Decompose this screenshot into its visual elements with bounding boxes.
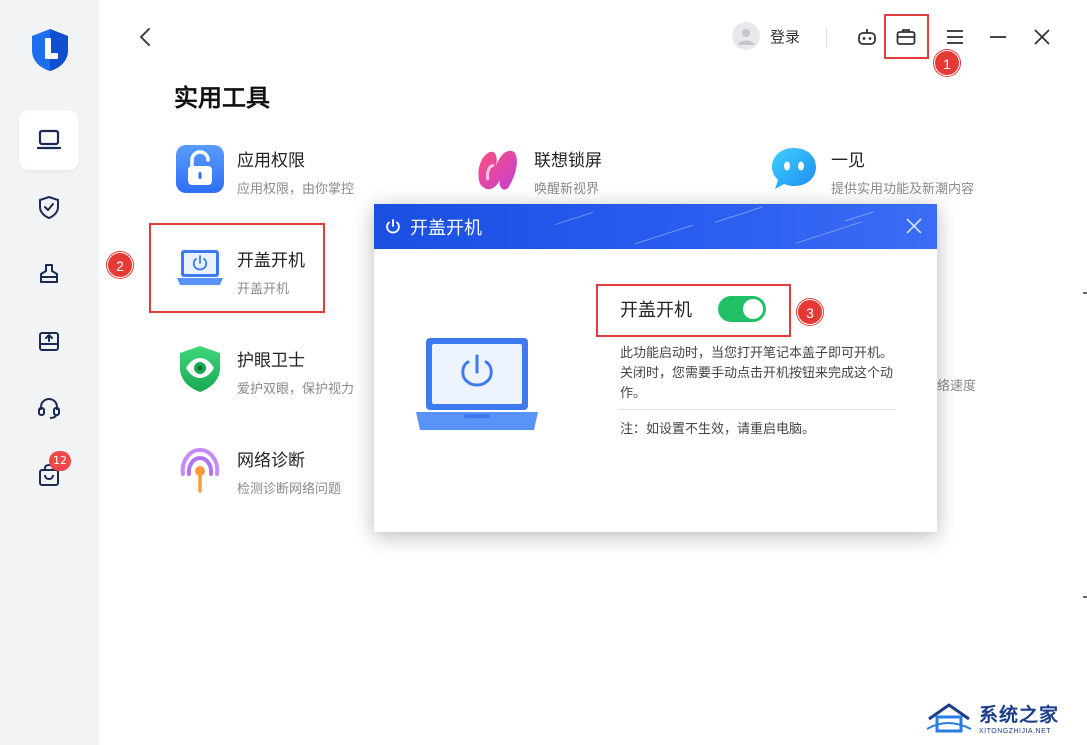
headset-icon bbox=[38, 397, 60, 419]
close-icon bbox=[1034, 29, 1050, 45]
callout-badge-1: 1 bbox=[934, 50, 960, 76]
lid-power-toggle[interactable] bbox=[718, 296, 766, 322]
tool-desc: 唤醒新视界 bbox=[534, 182, 600, 197]
cleaning-brush-icon bbox=[40, 264, 58, 283]
dialog-header: 开盖开机 bbox=[374, 204, 937, 249]
sidebar-item-cleanup[interactable] bbox=[19, 244, 79, 304]
minimize-icon bbox=[990, 36, 1006, 38]
sidebar-item-store[interactable]: 12 bbox=[19, 445, 79, 505]
tool-name: 联想锁屏 bbox=[534, 151, 602, 171]
tool-eye-care[interactable]: 护眼卫士 爱护双眼，保护视力 bbox=[175, 344, 354, 397]
robot-icon bbox=[858, 29, 876, 45]
callout-badge-3: 3 bbox=[797, 299, 823, 325]
sidebar-item-drivers[interactable] bbox=[19, 311, 79, 371]
sidebar-item-device[interactable] bbox=[19, 110, 79, 170]
dialog-description: 此功能启动时，当您打开笔记本盖子即可开机。关闭时，您需要手动点击开机按钮来完成这… bbox=[620, 346, 894, 401]
tool-desc: 检测诊断网络问题 bbox=[237, 482, 342, 497]
sidebar-item-security[interactable] bbox=[19, 177, 79, 237]
minimize-button[interactable] bbox=[985, 24, 1011, 50]
tool-name: 应用权限 bbox=[237, 151, 305, 171]
back-arrow-icon[interactable] bbox=[134, 25, 158, 49]
page-title: 实用工具 bbox=[174, 84, 270, 112]
lock-icon bbox=[176, 145, 224, 193]
toggle-label: 开盖开机 bbox=[620, 300, 692, 321]
watermark-text: 系统之家 bbox=[979, 703, 1060, 726]
tool-desc: 开盖开机 bbox=[237, 282, 290, 297]
watermark-url: XITONGZHIJIA.NET bbox=[979, 727, 1052, 735]
lenovo-lockscreen-icon bbox=[478, 150, 517, 190]
laptop-illustration-icon bbox=[416, 338, 538, 430]
window-close-button[interactable] bbox=[1029, 24, 1055, 50]
login-label: 登录 bbox=[770, 27, 801, 46]
dialog-note: 注：如设置不生效，请重启电脑。 bbox=[620, 422, 816, 437]
lid-power-dialog: 开盖开机 开盖开机 此功能启动时，当您打开笔记本盖子即可开机。关闭时，您需要手动… bbox=[374, 204, 937, 532]
login-button[interactable]: 登录 bbox=[732, 22, 800, 50]
app-logo-icon bbox=[32, 29, 68, 71]
tool-yijian[interactable]: 一见 提供实用功能及新潮内容 bbox=[769, 144, 974, 197]
user-icon bbox=[738, 29, 754, 45]
tool-desc: 提供实用功能及新潮内容 bbox=[831, 182, 975, 197]
callout-badge-2: 2 bbox=[107, 252, 133, 278]
laptop-icon bbox=[36, 129, 62, 150]
power-icon bbox=[386, 218, 400, 233]
shield-check-icon bbox=[39, 195, 59, 220]
tool-name: 一见 bbox=[831, 151, 865, 171]
tool-name: 开盖开机 bbox=[237, 251, 305, 271]
dialog-divider bbox=[618, 409, 896, 410]
tool-desc-clipped: 络速度 bbox=[937, 379, 977, 394]
tool-app-permissions[interactable]: 应用权限 应用权限，由你掌控 bbox=[175, 144, 354, 197]
window-edge bbox=[1083, 0, 1087, 745]
laptop-power-icon bbox=[177, 250, 223, 285]
watermark: 系统之家 XITONGZHIJIA.NET bbox=[925, 695, 1075, 739]
watermark-logo-icon bbox=[926, 703, 972, 733]
notification-badge: 12 bbox=[49, 451, 71, 471]
tool-lid-power-on[interactable]: 开盖开机 开盖开机 bbox=[175, 244, 305, 297]
robot-button[interactable] bbox=[854, 24, 880, 50]
menu-button[interactable] bbox=[942, 24, 968, 50]
toggle-row: 开盖开机 bbox=[620, 296, 766, 322]
topbar-divider bbox=[826, 28, 827, 48]
tool-desc: 应用权限，由你掌控 bbox=[237, 182, 355, 197]
tool-name: 网络诊断 bbox=[237, 451, 305, 471]
eye-shield-icon bbox=[180, 346, 220, 392]
sidebar-item-support[interactable] bbox=[19, 378, 79, 438]
toolbox-icon bbox=[896, 29, 916, 45]
tool-desc: 爱护双眼，保护视力 bbox=[237, 382, 355, 397]
dialog-close-icon[interactable] bbox=[905, 217, 923, 235]
sidebar: 12 bbox=[0, 0, 99, 745]
tool-network-diagnosis[interactable]: 网络诊断 检测诊断网络问题 bbox=[175, 444, 341, 497]
tool-name: 护眼卫士 bbox=[237, 351, 305, 371]
upload-drive-icon bbox=[39, 332, 59, 351]
menu-icon bbox=[947, 30, 963, 44]
wifi-signal-icon bbox=[180, 447, 220, 493]
dialog-title: 开盖开机 bbox=[410, 217, 482, 239]
toolbox-button[interactable] bbox=[893, 24, 919, 50]
avatar bbox=[732, 22, 760, 50]
toggle-knob bbox=[743, 299, 763, 319]
chat-bubble-icon bbox=[772, 148, 816, 189]
tool-lenovo-lockscreen[interactable]: 联想锁屏 唤醒新视界 bbox=[472, 144, 602, 197]
